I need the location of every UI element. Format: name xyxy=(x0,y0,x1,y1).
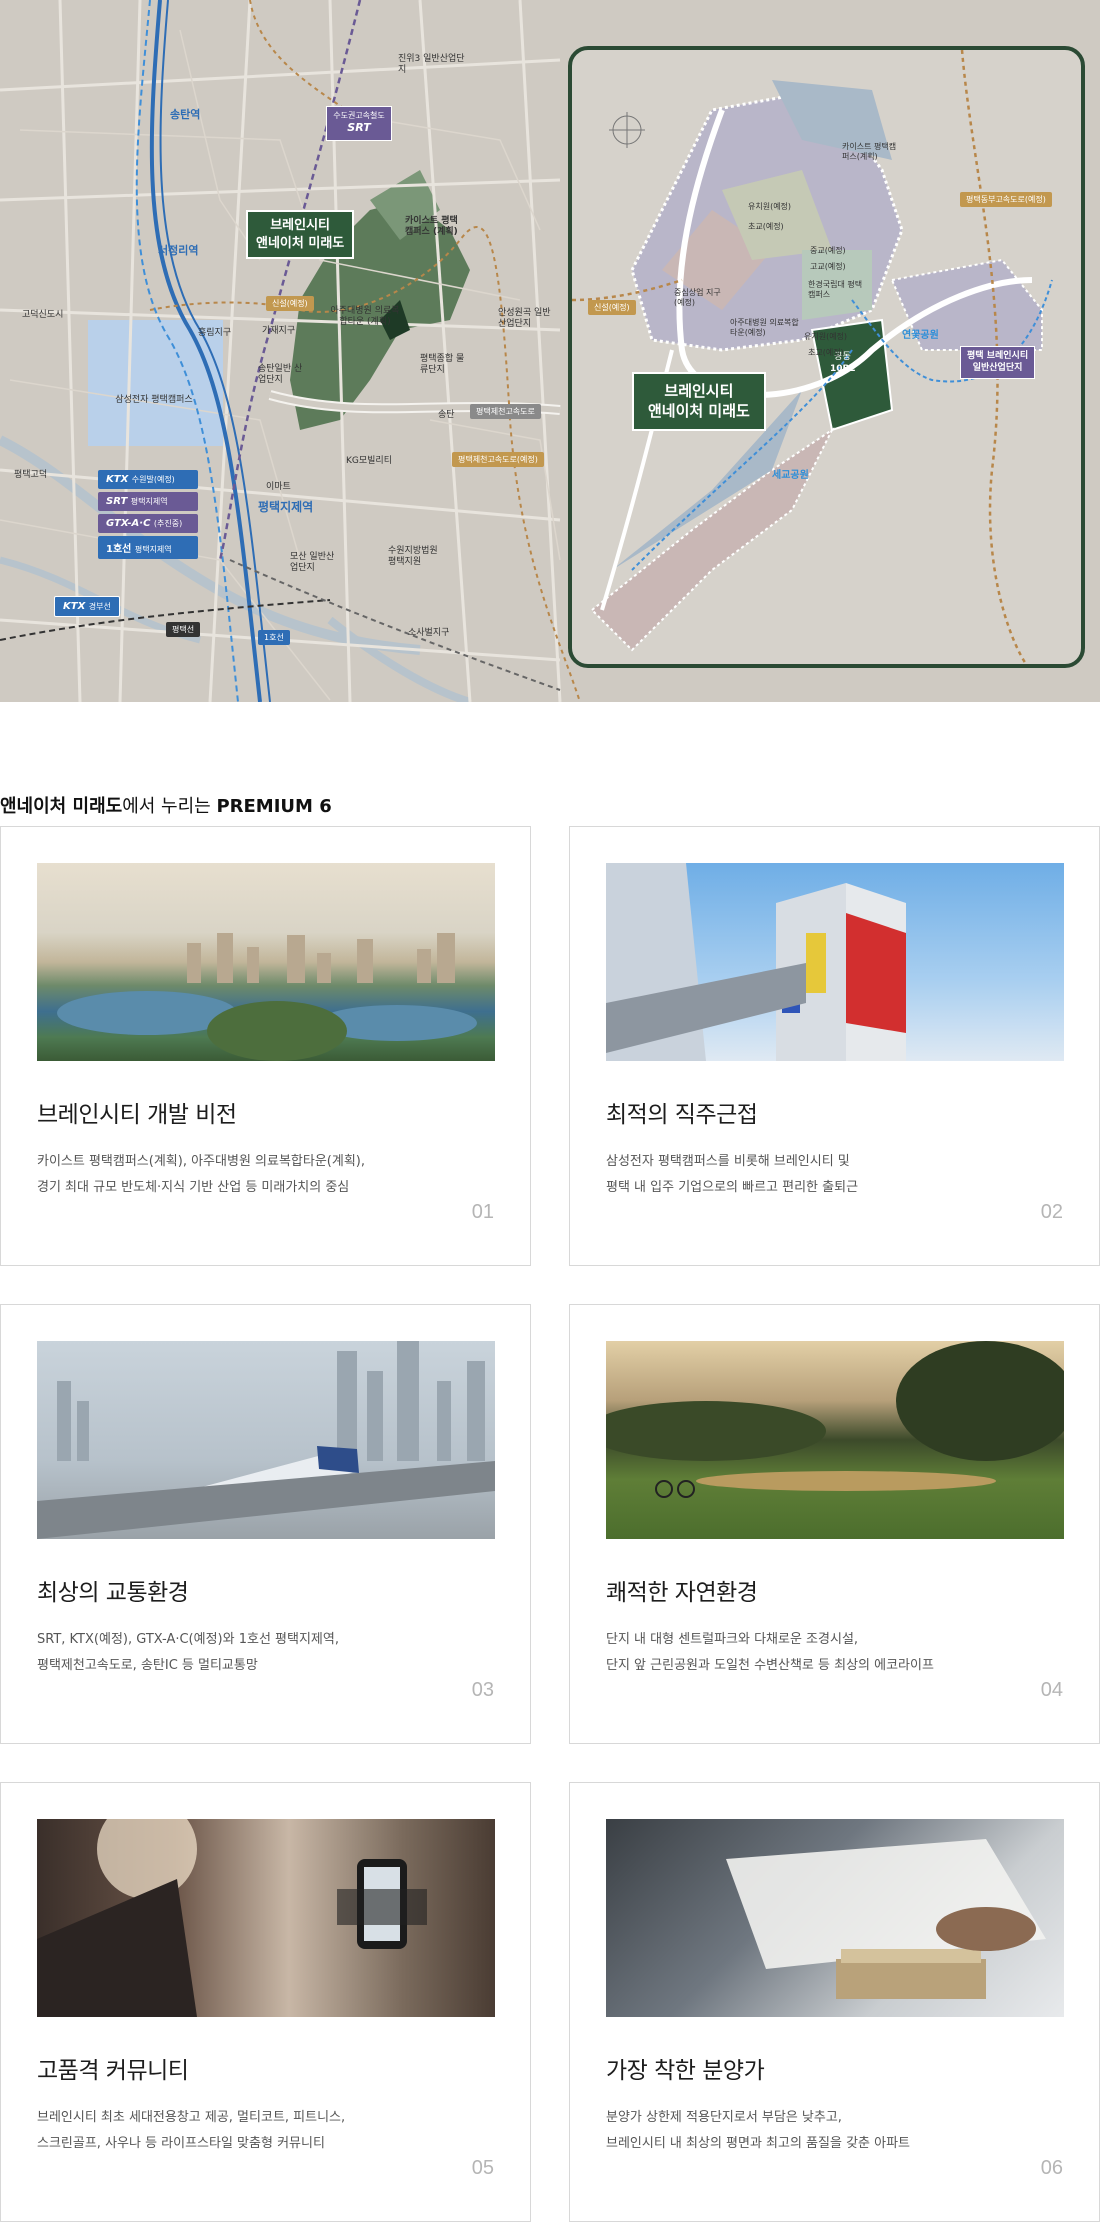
card-number: 03 xyxy=(471,1679,494,1701)
road-tag: 평택제천고속도로(예정) xyxy=(452,452,544,467)
ktx-gyeongbu-badge: KTX 경부선 xyxy=(54,596,120,617)
premium-card-6: 가장 착한 분양가 분양가 상한제 적용단지로서 부담은 낮추고, 브레인시티 내… xyxy=(569,1782,1100,2222)
place-label: 흥림지구 xyxy=(198,328,232,338)
card-number: 05 xyxy=(471,2157,494,2179)
inset-road-tag-top: 평택동부고속도로(예정) xyxy=(960,192,1052,207)
inset-place: 아주대병원 의료복합타운(예정) xyxy=(730,318,799,337)
card-number: 02 xyxy=(1040,1201,1063,1223)
park-illustration xyxy=(606,1341,1064,1498)
place-label: 고덕신도시 xyxy=(22,310,64,320)
fitness-photo xyxy=(37,1819,495,2017)
place-label: 안성원곡 일반산업단지 xyxy=(498,308,551,329)
place-label: 모산 일반산업단지 xyxy=(290,552,335,573)
premium-card-2: 최적의 직주근접 삼성전자 평택캠퍼스를 비롯해 브레인시티 및 평택 내 입주 … xyxy=(569,826,1100,1266)
place-label: 송탄 xyxy=(438,410,455,420)
fitness-illustration xyxy=(37,1819,427,2017)
inset-place: 카이스트 평택캠퍼스(계획) xyxy=(842,142,897,161)
place-label: 수원지방법원 평택지원 xyxy=(388,546,438,567)
station-seojeongri: 서정리역 xyxy=(158,244,199,257)
money-photo xyxy=(606,1819,1064,2017)
station-songtan: 송탄역 xyxy=(170,108,201,121)
inset-place: 초교(예정) xyxy=(748,222,784,231)
road-tag: 신설(예정) xyxy=(266,296,314,311)
road-tag: 평택제천고속도로 xyxy=(470,404,541,419)
card-title: 브레인시티 개발 비전 xyxy=(37,1102,237,1128)
inset-site-label: 브레인시티 앤네이처 미래도 xyxy=(632,372,766,431)
inset-place: 초교(예정) xyxy=(808,348,844,357)
place-label: 이마트 xyxy=(266,482,291,492)
card-title: 최적의 직주근접 xyxy=(606,1102,758,1128)
factory-illustration xyxy=(606,863,906,1061)
inset-place: 중심상업 지구(예정) xyxy=(674,288,721,307)
inset-place: 중교(예정) xyxy=(810,246,846,255)
water-label: 연꽃공원 xyxy=(902,330,939,341)
water-label: 세교공원 xyxy=(772,470,809,481)
section-title: 앤네이처 미래도에서 누리는 PREMIUM 6 xyxy=(0,796,332,817)
premium-card-4: 쾌적한 자연환경 단지 내 대형 센트럴파크와 다채로운 조경시설, 단지 앞 근… xyxy=(569,1304,1100,1744)
factory-building-photo xyxy=(606,863,1064,1061)
card-title: 최상의 교통환경 xyxy=(37,1580,189,1606)
park-photo xyxy=(606,1341,1064,1539)
station-pyeongtaek-jije: 평택지제역 xyxy=(258,500,314,514)
card-number: 04 xyxy=(1040,1679,1063,1701)
inset-place: 유치원(예정) xyxy=(804,332,848,341)
line1-legend-badge: 1호선 평택지제역 xyxy=(98,536,198,559)
train-illustration xyxy=(37,1341,495,1539)
location-map: 송탄역 서정리역 평택지제역 진위3 일반산업단지 카이스트 평택캠퍼스 (계획… xyxy=(0,0,1100,702)
place-label: 아주대병원 의료복합타운 (계획) xyxy=(330,306,400,327)
card-description: SRT, KTX(예정), GTX-A·C(예정)와 1호선 평택지제역, 평택제… xyxy=(37,1632,339,1673)
lake-city-photo xyxy=(37,863,495,1061)
line-tag: 1호선 xyxy=(258,630,290,645)
card-description: 카이스트 평택캠퍼스(계획), 아주대병원 의료복합타운(계획), 경기 최대 규… xyxy=(37,1154,365,1195)
place-label: 진위3 일반산업단지 xyxy=(398,54,465,75)
card-description: 브레인시티 최초 세대전용창고 제공, 멀티코트, 피트니스, 스크린골프, 사우… xyxy=(37,2110,346,2151)
place-label: 카이스트 평택캠퍼스 (계획) xyxy=(405,216,458,237)
main-site-label: 브레인시티 앤네이처 미래도 xyxy=(246,210,355,260)
place-label: 평택고덕 xyxy=(14,470,48,480)
card-number: 01 xyxy=(471,1201,494,1223)
inset-place: 한경국립대 평택캠퍼스 xyxy=(808,280,863,299)
card-title: 쾌적한 자연환경 xyxy=(606,1580,758,1606)
place-label: 송탄일반 산업단지 xyxy=(258,364,303,385)
premium-card-1: 브레인시티 개발 비전 카이스트 평택캠퍼스(계획), 아주대병원 의료복합타운… xyxy=(0,826,531,1266)
train-photo xyxy=(37,1341,495,1539)
inset-place: 유치원(예정) xyxy=(748,202,792,211)
card-description: 삼성전자 평택캠퍼스를 비롯해 브레인시티 및 평택 내 입주 기업으로의 빠르고… xyxy=(606,1154,859,1195)
card-title: 가장 착한 분양가 xyxy=(606,2058,765,2084)
place-label: 평택종합 물류단지 xyxy=(420,354,465,375)
place-label: KG모빌리티 xyxy=(346,456,392,466)
card-title: 고품격 커뮤니티 xyxy=(37,2058,189,2084)
samsung-campus-label: 삼성전자 평택캠퍼스 xyxy=(115,395,193,405)
premium-card-5: 고품격 커뮤니티 브레인시티 최초 세대전용창고 제공, 멀티코트, 피트니스,… xyxy=(0,1782,531,2222)
place-label: 소사벌지구 xyxy=(408,628,450,638)
gtx-legend-badge: GTX-A·C (추진중) xyxy=(98,514,198,533)
srt-legend-badge: SRT 평택지제역 xyxy=(98,492,198,511)
inset-place: 고교(예정) xyxy=(810,262,846,271)
line-tag: 평택선 xyxy=(166,622,201,637)
industrial-complex-label: 평택 브레인시티 일반산업단지 xyxy=(960,346,1036,380)
premium-card-3: 최상의 교통환경 SRT, KTX(예정), GTX-A·C(예정)와 1호선 … xyxy=(0,1304,531,1744)
inset-road-tag-left: 신설(예정) xyxy=(588,300,636,315)
rail-legend: KTX 수원발(예정) SRT 평택지제역 GTX-A·C (추진중) 1호선 … xyxy=(98,470,198,559)
money-illustration xyxy=(726,1839,1046,1999)
lake-city-illustration xyxy=(57,933,477,1061)
site-detail-inset: 평택동부고속도로(예정) 신설(예정) 브레인시티 앤네이처 미래도 공동 10… xyxy=(568,46,1085,668)
srt-badge: 수도권고속철도 SRT xyxy=(326,106,392,141)
ktx-legend-badge: KTX 수원발(예정) xyxy=(98,470,198,489)
card-number: 06 xyxy=(1040,2157,1063,2179)
place-label: 가재지구 xyxy=(262,326,296,336)
card-description: 단지 내 대형 센트럴파크와 다채로운 조경시설, 단지 앞 근린공원과 도일천 … xyxy=(606,1632,934,1673)
card-description: 분양가 상한제 적용단지로서 부담은 낮추고, 브레인시티 내 최상의 평면과 최… xyxy=(606,2110,911,2151)
